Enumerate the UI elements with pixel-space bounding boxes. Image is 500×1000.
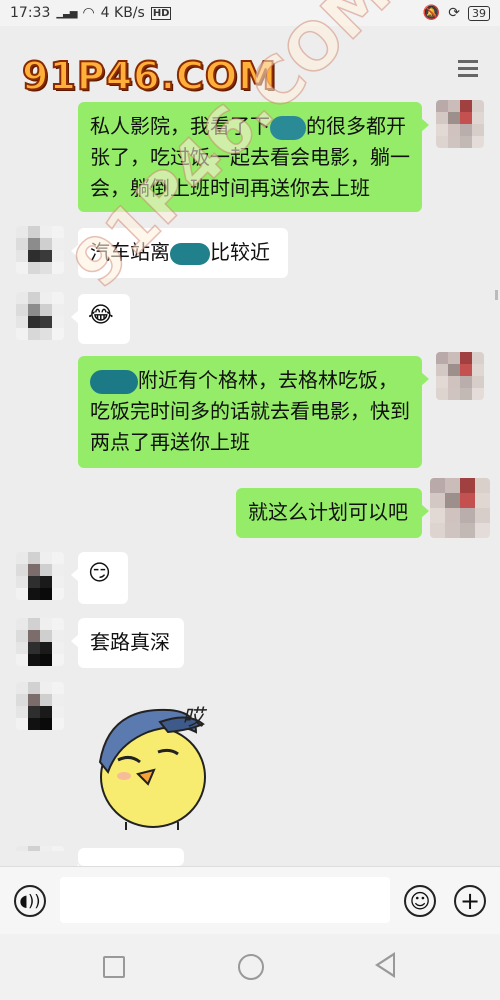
status-bar: 17:33 ▁▃▅ ◠ 4 KB/s HD 🔕 ⟳ 39: [0, 0, 500, 26]
sticker-text: 哎: [182, 706, 205, 731]
message-bubble[interactable]: [71, 848, 184, 878]
watermark-top: 91P46.COM: [21, 53, 278, 99]
contact-avatar[interactable]: [16, 618, 64, 666]
emoji-icon[interactable]: ☺: [404, 885, 436, 917]
scroll-indicator: [495, 290, 498, 300]
message-bubble[interactable]: 就这么计划可以吧: [236, 488, 429, 538]
hd-badge: HD: [150, 6, 172, 20]
message-input[interactable]: [60, 877, 390, 923]
my-avatar[interactable]: [436, 352, 484, 400]
chat-header: 91P46.COM: [0, 26, 500, 99]
message-text: 私人影院，我看了下: [90, 114, 270, 138]
laughing-tears-emoji: 😂: [88, 303, 114, 328]
message-text: 附近有个格林，去格林吃饭，吃饭完时间多的话就去看电影，快到两点了再送你上班: [90, 368, 410, 454]
message-bubble[interactable]: 附近有个格林，去格林吃饭，吃饭完时间多的话就去看电影，快到两点了再送你上班: [78, 356, 429, 468]
message-text: 就这么计划可以吧: [248, 500, 408, 524]
message-bubble[interactable]: 私人影院，我看了下 的很多都开张了，吃过饭一起去看会电影，躺一会，躺倒上班时间再送…: [78, 102, 429, 212]
contact-avatar[interactable]: [16, 682, 64, 730]
contact-avatar[interactable]: [16, 552, 64, 600]
sync-icon: ⟳: [448, 5, 460, 21]
contact-avatar[interactable]: [16, 292, 64, 340]
net-speed: 4 KB/s: [100, 5, 145, 21]
my-avatar[interactable]: [430, 478, 490, 538]
home-icon[interactable]: [238, 954, 264, 980]
message-text: 比较近: [210, 240, 270, 264]
contact-avatar[interactable]: [16, 846, 64, 866]
sticker-chick[interactable]: [78, 692, 248, 832]
recent-apps-icon[interactable]: [103, 956, 125, 978]
message-text: 套路真深: [90, 630, 170, 654]
smirk-emoji: 😏: [88, 561, 111, 586]
message-bubble[interactable]: 😏: [71, 552, 128, 604]
contact-avatar[interactable]: [16, 226, 64, 274]
more-menu-icon[interactable]: [458, 56, 478, 77]
my-avatar[interactable]: [436, 100, 484, 148]
message-text: 汽车站离: [90, 240, 170, 264]
redaction-blob: [170, 242, 210, 265]
redaction-blob: [90, 369, 138, 394]
bell-off-icon: 🔕: [422, 5, 441, 21]
signal-icon: ▁▃▅: [56, 7, 77, 19]
message-bubble[interactable]: 套路真深: [71, 618, 184, 668]
message-bubble[interactable]: 😂: [71, 294, 130, 344]
status-time: 17:33: [10, 5, 51, 21]
wifi-icon: ◠: [82, 5, 95, 21]
system-nav-bar: [0, 934, 500, 1000]
back-icon[interactable]: [375, 952, 395, 978]
battery-indicator: 39: [468, 5, 490, 21]
message-bubble[interactable]: 汽车站离 比较近: [71, 228, 288, 278]
voice-icon[interactable]: ◖)): [14, 885, 46, 917]
input-bar: ◖)) ☺ +: [0, 866, 500, 935]
plus-icon[interactable]: +: [454, 885, 486, 917]
redaction-blob: [270, 115, 306, 140]
